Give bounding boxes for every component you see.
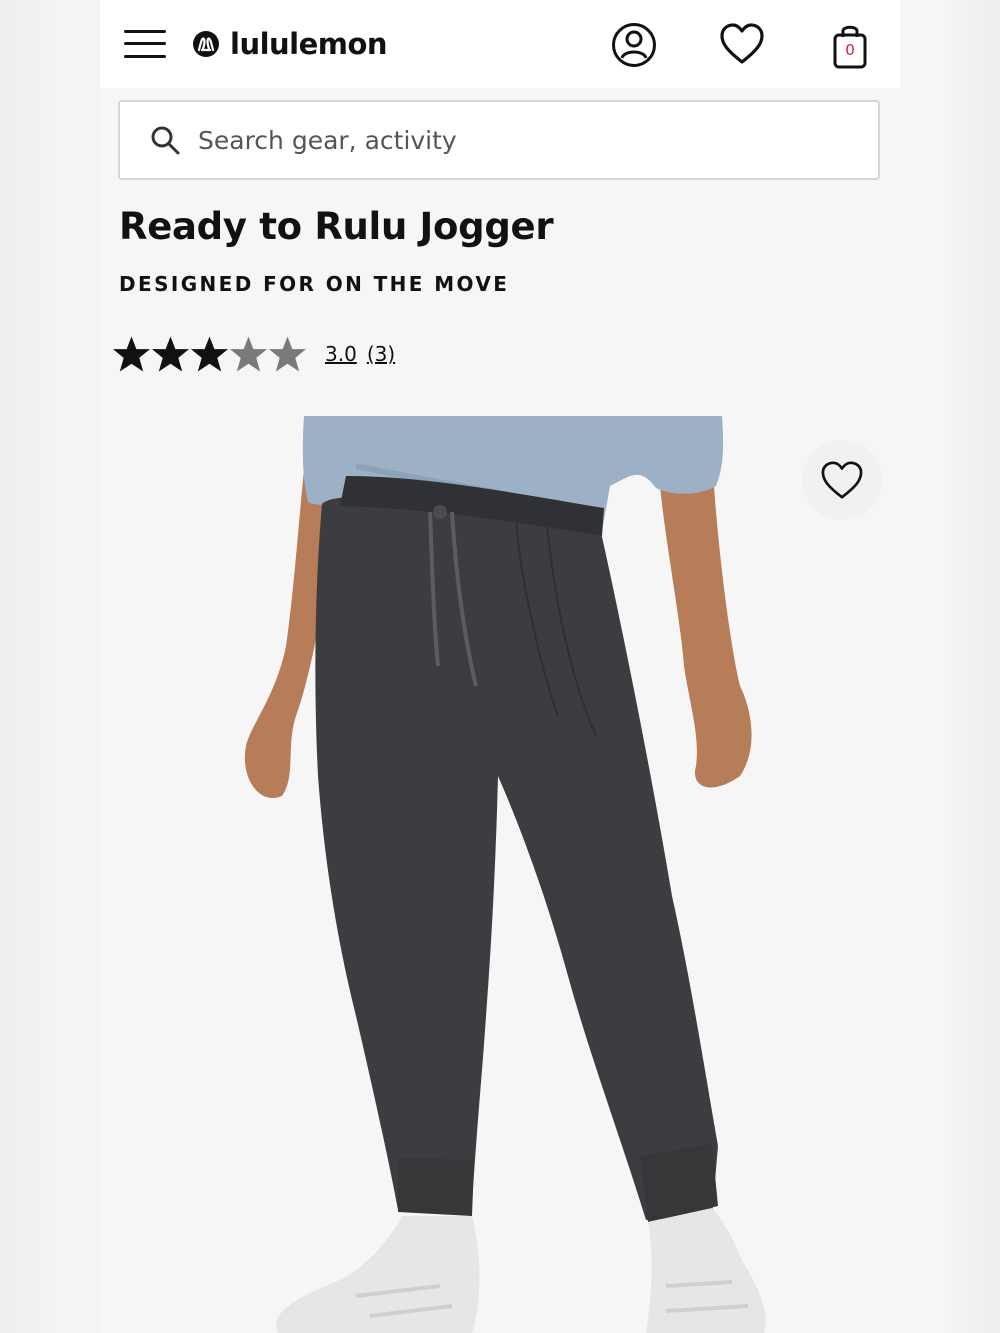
product-subtitle: DESIGNED FOR ON THE MOVE bbox=[119, 272, 510, 296]
star-filled-icon bbox=[112, 336, 151, 372]
product-page: lululemon 0 Ready bbox=[100, 0, 900, 1333]
product-wishlist-button[interactable] bbox=[802, 440, 882, 520]
rating-value-link[interactable]: 3.0 bbox=[325, 342, 357, 366]
search-input[interactable] bbox=[196, 124, 840, 156]
bag-count-badge: 0 bbox=[845, 41, 855, 59]
top-header: lululemon 0 bbox=[100, 0, 900, 88]
star-empty-icon bbox=[268, 336, 307, 372]
hamburger-menu-icon[interactable] bbox=[124, 27, 168, 61]
heart-icon bbox=[821, 461, 863, 499]
product-title: Ready to Rulu Jogger bbox=[119, 205, 554, 248]
search-icon bbox=[151, 126, 180, 155]
brand-name: lululemon bbox=[230, 27, 388, 61]
wishlist-heart-icon[interactable] bbox=[718, 20, 766, 70]
shopping-bag-icon[interactable]: 0 bbox=[826, 20, 874, 70]
rating-stars bbox=[112, 334, 307, 374]
search-bar[interactable] bbox=[118, 100, 880, 180]
account-icon[interactable] bbox=[610, 20, 658, 70]
brand-logo[interactable]: lululemon bbox=[192, 24, 388, 64]
star-filled-icon bbox=[151, 336, 190, 372]
star-filled-icon bbox=[190, 336, 229, 372]
star-empty-icon bbox=[229, 336, 268, 372]
lululemon-logo-icon bbox=[193, 31, 219, 57]
product-photo[interactable] bbox=[100, 416, 900, 1333]
rating-count-link[interactable]: (3) bbox=[367, 342, 395, 366]
product-rating[interactable]: 3.0 (3) bbox=[112, 332, 395, 376]
